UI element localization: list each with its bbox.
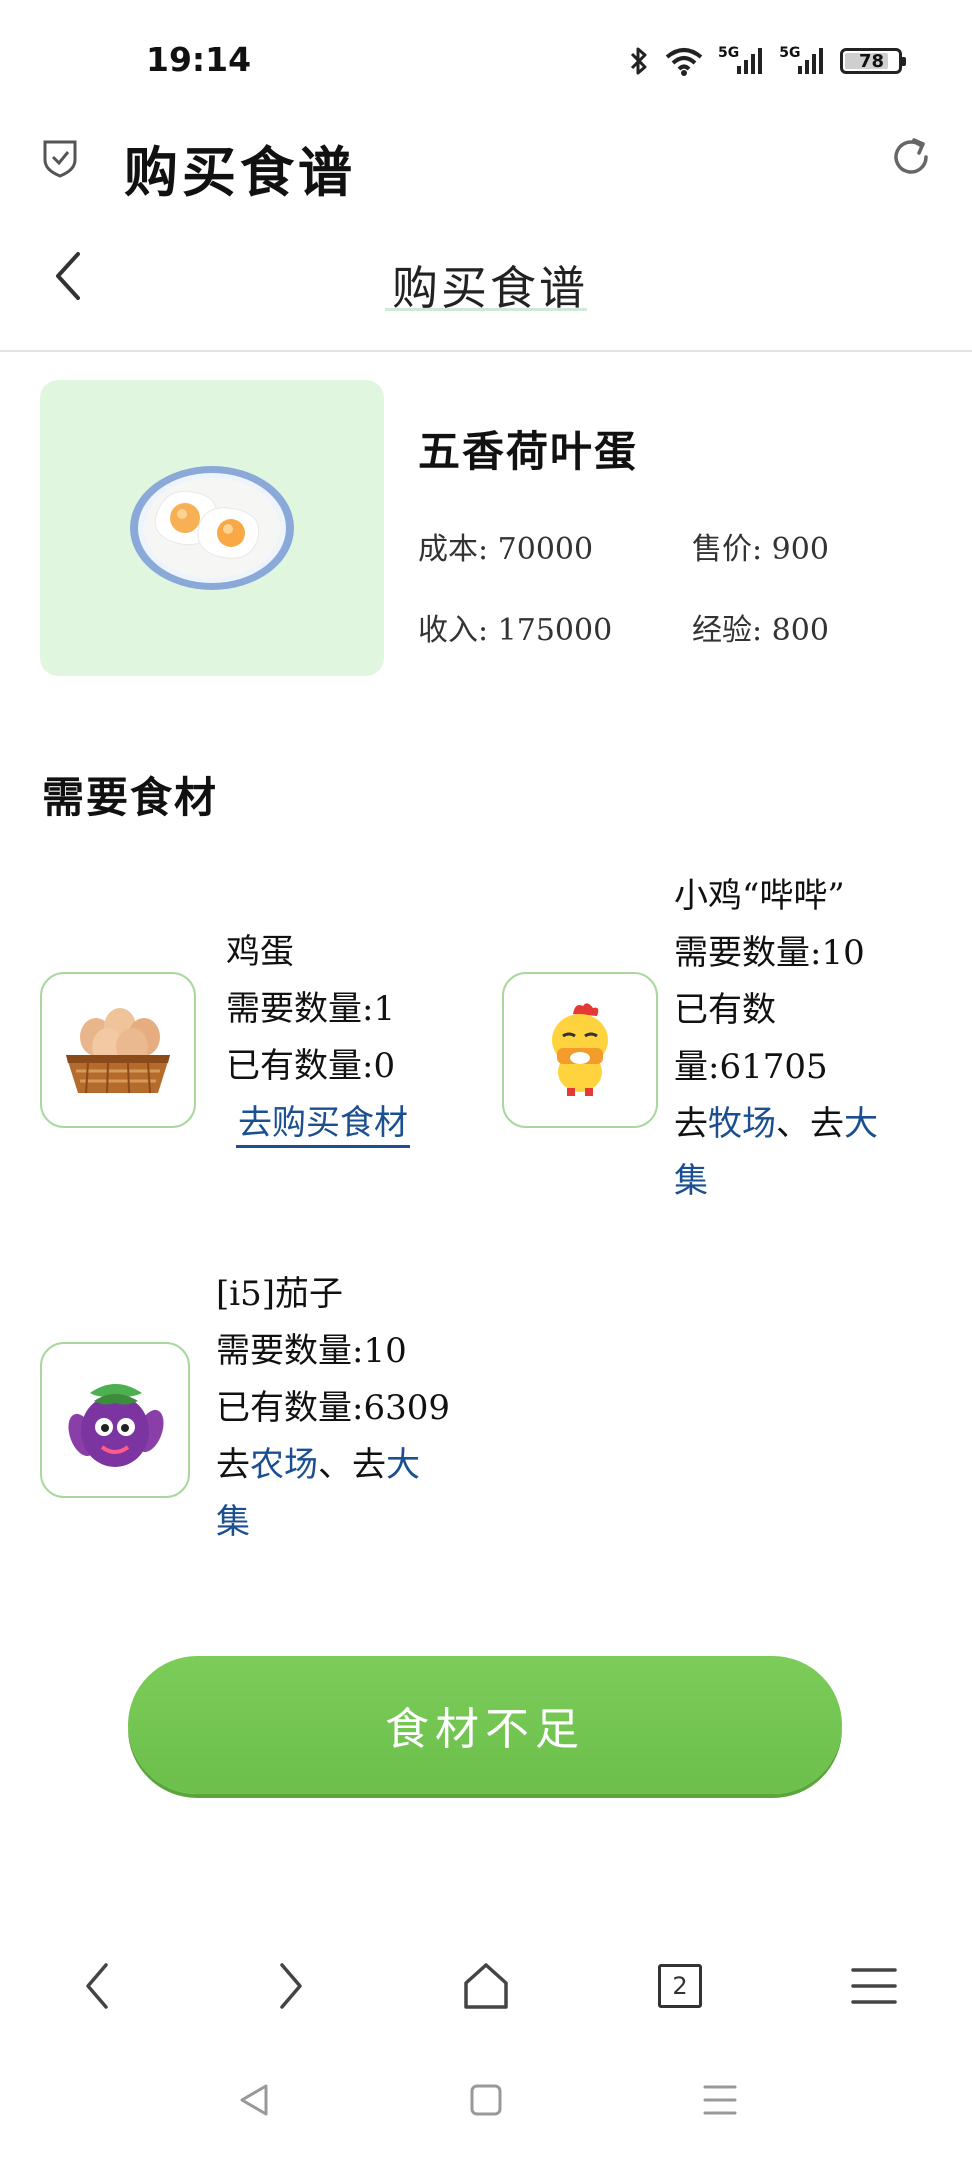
market-link[interactable]: 大	[844, 1104, 878, 1144]
buy-ingredient-link[interactable]: 去购买食材	[236, 1103, 410, 1148]
ingredient-chick-image	[502, 972, 658, 1128]
status-time: 19:14	[146, 40, 252, 79]
ingredient-need: 需要数量:10	[216, 1331, 407, 1371]
signal-icon-1: 5G	[718, 45, 765, 76]
status-icons: 5G 5G 78	[628, 40, 907, 82]
ingredient-have: 已有数量:0	[226, 1046, 396, 1086]
section-title: 需要食材	[42, 773, 219, 822]
ingredient-need: 需要数量:10	[674, 933, 865, 973]
go-separator: 、去	[776, 1104, 844, 1144]
home-icon[interactable]	[454, 1954, 518, 2018]
ingredient-name: 鸡蛋	[226, 932, 294, 972]
egg-basket-icon	[66, 1008, 170, 1094]
system-home-icon[interactable]	[464, 2078, 508, 2122]
browser-back-icon[interactable]	[66, 1954, 130, 2018]
recipe-income: 收入: 175000	[418, 613, 613, 648]
signal-icon-2: 5G	[779, 45, 826, 76]
ingredient-links: 去农场、去大	[216, 1437, 450, 1494]
chick-icon	[552, 1003, 608, 1096]
ingredient-links: 去牧场、去大	[674, 1096, 878, 1153]
battery-level: 78	[858, 50, 884, 72]
fried-egg-plate-icon	[130, 466, 294, 590]
recipe-exp: 经验: 800	[692, 613, 829, 648]
ingredient-have-cont: 量:61705	[674, 1047, 828, 1087]
farm-link[interactable]: 农场	[250, 1445, 318, 1485]
ingredient-name: [i5]茄子	[216, 1274, 344, 1314]
ingredient-egg-image	[40, 972, 196, 1128]
market-link[interactable]: 大	[386, 1445, 420, 1485]
battery-icon: 78	[840, 48, 907, 74]
go-label: 去	[674, 1104, 708, 1144]
recipe-name: 五香荷叶蛋	[418, 427, 639, 476]
header-divider	[0, 350, 972, 352]
ingredient-name: 小鸡“哔哔”	[674, 876, 845, 916]
eggplant-icon	[68, 1384, 164, 1467]
ingredient-need: 需要数量:1	[226, 989, 396, 1029]
network-label: 5G	[779, 45, 801, 61]
go-separator: 、去	[318, 1445, 386, 1485]
market-link-cont[interactable]: 集	[674, 1161, 708, 1201]
shield-icon[interactable]	[42, 138, 78, 178]
ingredient-eggplant-info: [i5]茄子 需要数量:10 已有数量:6309 去农场、去大 集	[216, 1266, 450, 1551]
market-link-cont[interactable]: 集	[216, 1502, 250, 1542]
browser-forward-icon[interactable]	[258, 1954, 322, 2018]
recipe-cost: 成本: 70000	[418, 532, 594, 567]
wifi-icon	[664, 45, 704, 77]
network-label: 5G	[718, 45, 740, 61]
page-title-underline	[385, 308, 587, 311]
insufficient-ingredients-button[interactable]: 食材不足	[128, 1656, 842, 1794]
system-back-icon[interactable]	[232, 2078, 276, 2122]
system-menu-icon[interactable]	[698, 2078, 742, 2122]
go-label: 去	[216, 1445, 250, 1485]
refresh-icon[interactable]	[888, 134, 934, 180]
ingredient-egg-info: 鸡蛋 需要数量:1 已有数量:0 去购买食材	[226, 924, 410, 1152]
back-button[interactable]	[48, 250, 88, 302]
ingredient-have: 已有数量:6309	[216, 1388, 450, 1428]
recipe-price: 售价: 900	[692, 532, 829, 567]
recipe-image	[40, 380, 384, 676]
tabs-button[interactable]: 2	[648, 1954, 712, 2018]
menu-icon[interactable]	[842, 1954, 906, 2018]
browser-title: 购买食谱	[124, 140, 356, 204]
ingredient-have: 已有数	[674, 990, 776, 1030]
ingredient-eggplant-image	[40, 1342, 190, 1498]
bluetooth-icon	[628, 45, 650, 77]
ingredient-chick-info: 小鸡“哔哔” 需要数量:10 已有数 量:61705 去牧场、去大 集	[674, 868, 878, 1210]
tab-count: 2	[658, 1964, 702, 2008]
ranch-link[interactable]: 牧场	[708, 1104, 776, 1144]
